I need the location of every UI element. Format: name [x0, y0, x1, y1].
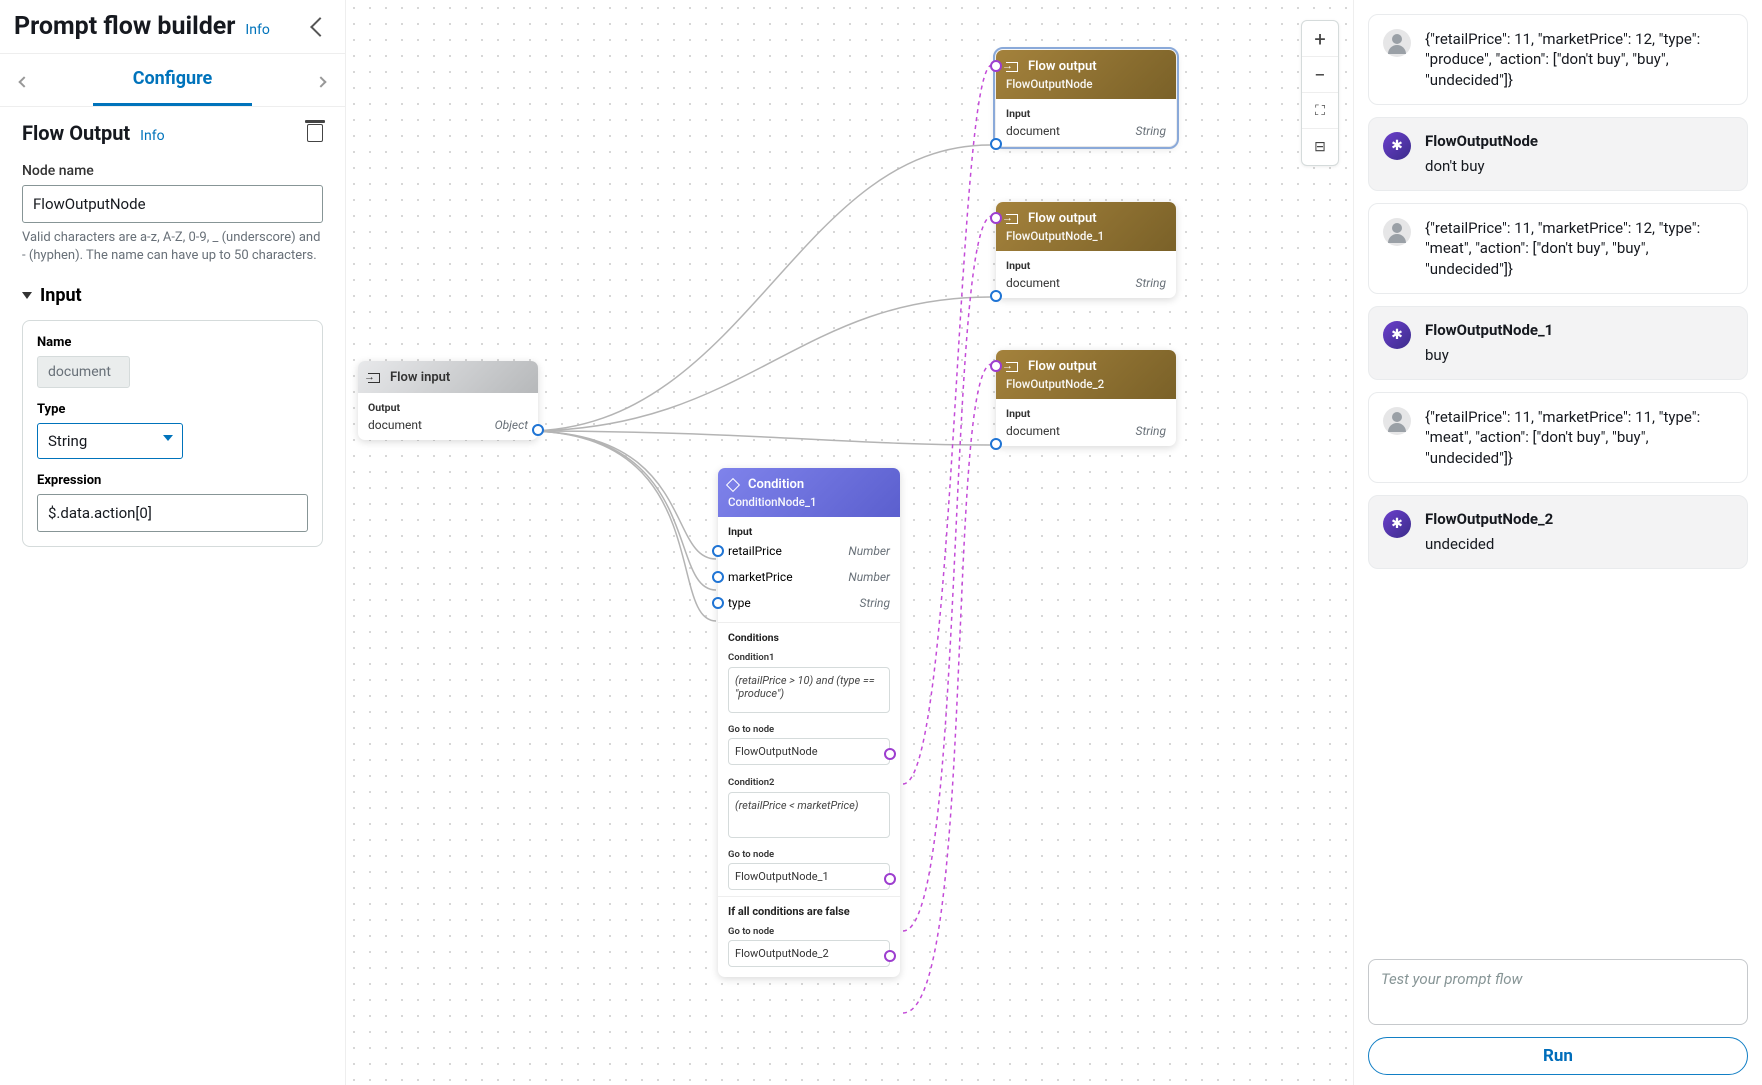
input-port[interactable]	[712, 597, 724, 609]
chevron-down-icon	[22, 292, 32, 299]
collapse-left-icon[interactable]	[310, 17, 330, 37]
delete-node-button[interactable]	[307, 124, 323, 142]
user-avatar-icon	[1383, 407, 1411, 435]
expression-input[interactable]	[37, 494, 308, 532]
chat-message-ai: ✱ FlowOutputNode don't buy	[1368, 117, 1748, 191]
chat-message-user: {"retailPrice": 11, "marketPrice": 12, "…	[1368, 203, 1748, 294]
condition-node[interactable]: Condition ConditionNode_1 Input retailPr…	[718, 468, 900, 977]
condition2-goto[interactable]: FlowOutputNode_1	[728, 863, 890, 890]
node-name-label: Node name	[22, 163, 323, 179]
canvas-toolbox: + − ⛶ ⊟	[1301, 20, 1339, 166]
info-link[interactable]: Info	[245, 22, 269, 38]
tab-configure[interactable]: Configure	[93, 54, 253, 106]
node-name-input[interactable]	[22, 185, 323, 223]
condition2-expr[interactable]	[728, 792, 890, 838]
flow-output-node-0[interactable]: Flow output FlowOutputNode Input documen…	[996, 50, 1176, 146]
flow-input-icon	[368, 373, 380, 383]
input-port[interactable]	[990, 438, 1002, 450]
section-info-link[interactable]: Info	[140, 128, 164, 144]
condition-port[interactable]	[990, 360, 1002, 372]
name-chip: document	[37, 356, 130, 388]
condition-port[interactable]	[990, 212, 1002, 224]
zoom-out-button[interactable]: −	[1302, 57, 1338, 93]
fit-view-button[interactable]: ⛶	[1302, 93, 1338, 129]
condition-out-port[interactable]	[884, 950, 896, 962]
flow-output-icon	[1006, 362, 1018, 372]
input-port[interactable]	[990, 290, 1002, 302]
condition1-expr[interactable]	[728, 667, 890, 713]
zoom-in-button[interactable]: +	[1302, 21, 1338, 57]
input-port[interactable]	[712, 545, 724, 557]
condition-out-port[interactable]	[884, 873, 896, 885]
run-button[interactable]: Run	[1368, 1037, 1748, 1075]
condition-icon	[726, 477, 740, 491]
input-port[interactable]	[712, 571, 724, 583]
input-section-toggle[interactable]: Input	[22, 285, 323, 306]
prompt-input[interactable]: Test your prompt flow	[1368, 959, 1748, 1025]
chat-message-ai: ✱ FlowOutputNode_1 buy	[1368, 306, 1748, 380]
output-port[interactable]	[532, 424, 544, 436]
page-title: Prompt flow builder	[14, 12, 235, 41]
ai-avatar-icon: ✱	[1383, 510, 1411, 538]
expression-label: Expression	[37, 473, 308, 488]
user-avatar-icon	[1383, 218, 1411, 246]
condition1-goto[interactable]: FlowOutputNode	[728, 738, 890, 765]
flow-canvas[interactable]: Flow input Output document Object Flow o…	[346, 0, 1354, 1085]
test-panel: {"retailPrice": 11, "marketPrice": 12, "…	[1354, 0, 1762, 1085]
section-title: Flow Output	[22, 121, 130, 145]
type-label: Type	[37, 402, 308, 417]
input-port[interactable]	[990, 138, 1002, 150]
chat-message-user: {"retailPrice": 11, "marketPrice": 12, "…	[1368, 14, 1748, 105]
flow-output-node-1[interactable]: Flow output FlowOutputNode_1 Input docum…	[996, 202, 1176, 298]
tabs-prev-button[interactable]	[14, 57, 34, 104]
node-name-hint: Valid characters are a-z, A-Z, 0-9, _ (u…	[22, 229, 323, 265]
ai-avatar-icon: ✱	[1383, 321, 1411, 349]
flow-output-icon	[1006, 214, 1018, 224]
flow-output-icon	[1006, 62, 1018, 72]
name-label: Name	[37, 335, 308, 350]
tabs-row: Configure	[0, 54, 345, 107]
input-card: Name document Type String Expression	[22, 320, 323, 547]
layout-button[interactable]: ⊟	[1302, 129, 1338, 165]
else-goto[interactable]: FlowOutputNode_2	[728, 940, 890, 967]
tabs-next-button[interactable]	[311, 57, 331, 104]
flow-input-node[interactable]: Flow input Output document Object	[358, 361, 538, 440]
ai-avatar-icon: ✱	[1383, 132, 1411, 160]
panel-header: Prompt flow builder Info	[0, 0, 345, 54]
type-select[interactable]: String	[37, 423, 183, 459]
flow-output-node-2[interactable]: Flow output FlowOutputNode_2 Input docum…	[996, 350, 1176, 446]
chat-message-user: {"retailPrice": 11, "marketPrice": 11, "…	[1368, 392, 1748, 483]
condition-out-port[interactable]	[884, 748, 896, 760]
user-avatar-icon	[1383, 29, 1411, 57]
condition-port[interactable]	[990, 60, 1002, 72]
chat-message-ai: ✱ FlowOutputNode_2 undecided	[1368, 495, 1748, 569]
